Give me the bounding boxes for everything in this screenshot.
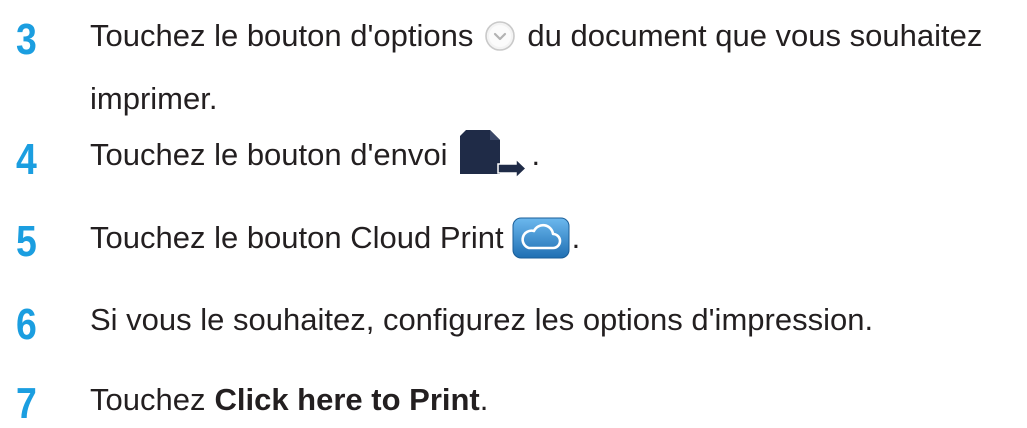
step-3-text-line-2: imprimer. (90, 81, 217, 117)
step-text: . (479, 382, 489, 417)
options-icon (483, 19, 517, 53)
step-text: Touchez le bouton d'envoi (90, 137, 448, 172)
step-text: . (531, 137, 541, 172)
step-number: 3 (16, 15, 37, 64)
step-text: Touchez le bouton Cloud Print (90, 220, 504, 255)
click-here-to-print-label: Click here to Print (214, 382, 480, 417)
step-number: 6 (16, 300, 37, 349)
step-text: du document que vous souhaitez (527, 18, 983, 53)
send-icon (454, 130, 528, 180)
cloud-print-icon (512, 217, 570, 259)
step-number: 4 (16, 135, 37, 184)
step-text: Touchez le bouton d'options (90, 18, 474, 53)
step-text: . (571, 220, 581, 255)
step-6-text-line: Si vous le souhaitez, configurez les opt… (90, 302, 873, 338)
step-number: 5 (16, 217, 37, 266)
step-text: Touchez (90, 382, 206, 417)
step-number: 7 (16, 379, 37, 428)
step-text: Si vous le souhaitez, configurez les opt… (90, 302, 874, 337)
step-4-text-line: Touchez le bouton d'envoi . (90, 130, 541, 180)
step-7-text-line: Touchez Click here to Print . (90, 382, 488, 418)
step-text: imprimer. (90, 81, 218, 116)
step-5-text-line: Touchez le bouton Cloud Print . (90, 217, 581, 259)
step-3-text-line-1: Touchez le bouton d'options du document … (90, 18, 982, 54)
